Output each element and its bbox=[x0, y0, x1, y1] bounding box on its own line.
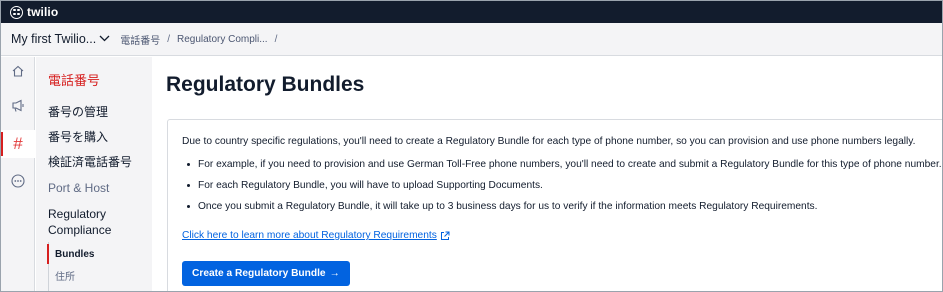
twilio-logo[interactable]: twilio bbox=[10, 5, 58, 19]
list-item: For example, if you need to provision an… bbox=[182, 158, 942, 179]
nav-item-buy-number[interactable]: 番号を購入 bbox=[48, 129, 108, 145]
nav-item-manage-numbers[interactable]: 番号の管理 bbox=[48, 104, 108, 120]
breadcrumb-item-regulatory-compliance[interactable]: Regulatory Compli... bbox=[177, 34, 268, 45]
hash-icon: # bbox=[13, 134, 23, 153]
create-bundle-button[interactable]: Create a Regulatory Bundle → bbox=[182, 261, 350, 286]
app-window: twilio My first Twilio... 電話番号 / Regulat… bbox=[0, 0, 943, 292]
top-bar: twilio bbox=[1, 1, 942, 23]
account-switcher[interactable]: My first Twilio... bbox=[11, 32, 110, 46]
breadcrumb-item-phone-numbers[interactable]: 電話番号 bbox=[120, 32, 160, 47]
list-item: For each Regulatory Bundle, you will hav… bbox=[182, 179, 942, 200]
rail-item-more[interactable] bbox=[1, 169, 35, 197]
list-item: Once you submit a Regulatory Bundle, it … bbox=[182, 200, 942, 221]
rail-item-phone-numbers[interactable]: # bbox=[1, 130, 35, 158]
rail-item-engagement[interactable] bbox=[1, 94, 35, 122]
intro-text: Due to country specific regulations, you… bbox=[182, 136, 916, 147]
learn-more-link[interactable]: Click here to learn more about Regulator… bbox=[182, 230, 450, 241]
sidebar-nav: 電話番号 番号の管理 番号を購入 検証済電話番号 Port & Host Reg… bbox=[36, 57, 152, 291]
nav-item-port-host[interactable]: Port & Host bbox=[48, 180, 109, 196]
nav-item-regulatory-compliance[interactable]: Regulatory Compliance bbox=[48, 206, 128, 238]
home-icon bbox=[11, 64, 25, 83]
nav-section-title: 電話番号 bbox=[48, 73, 101, 88]
breadcrumb-separator: / bbox=[167, 33, 170, 45]
rail-item-home[interactable] bbox=[1, 59, 35, 87]
breadcrumb-separator: / bbox=[274, 33, 278, 45]
nav-item-verified-caller-ids[interactable]: 検証済電話番号 bbox=[48, 154, 132, 170]
twilio-logo-icon bbox=[10, 5, 23, 19]
subnav-item-bundles[interactable]: Bundles bbox=[48, 244, 148, 264]
external-link-icon bbox=[440, 231, 450, 241]
info-bullet-list: For example, if you need to provision an… bbox=[182, 158, 942, 221]
page-title: Regulatory Bundles bbox=[166, 73, 365, 96]
icon-rail: # bbox=[1, 57, 35, 291]
megaphone-icon bbox=[11, 99, 26, 118]
chevron-down-icon bbox=[99, 34, 110, 45]
more-icon bbox=[11, 173, 25, 193]
info-card: Due to country specific regulations, you… bbox=[167, 119, 942, 291]
subnav-item-addresses[interactable]: 住所 bbox=[48, 265, 148, 285]
main-content: Regulatory Bundles Due to country specif… bbox=[152, 57, 942, 291]
arrow-right-icon: → bbox=[329, 268, 340, 279]
learn-more-label: Click here to learn more about Regulator… bbox=[182, 230, 437, 241]
create-bundle-label: Create a Regulatory Bundle bbox=[192, 268, 326, 279]
account-bar: My first Twilio... 電話番号 / Regulatory Com… bbox=[1, 23, 942, 56]
account-name: My first Twilio... bbox=[11, 32, 97, 46]
brand-name: twilio bbox=[27, 5, 59, 19]
breadcrumb: 電話番号 / Regulatory Compli... / bbox=[120, 32, 284, 47]
